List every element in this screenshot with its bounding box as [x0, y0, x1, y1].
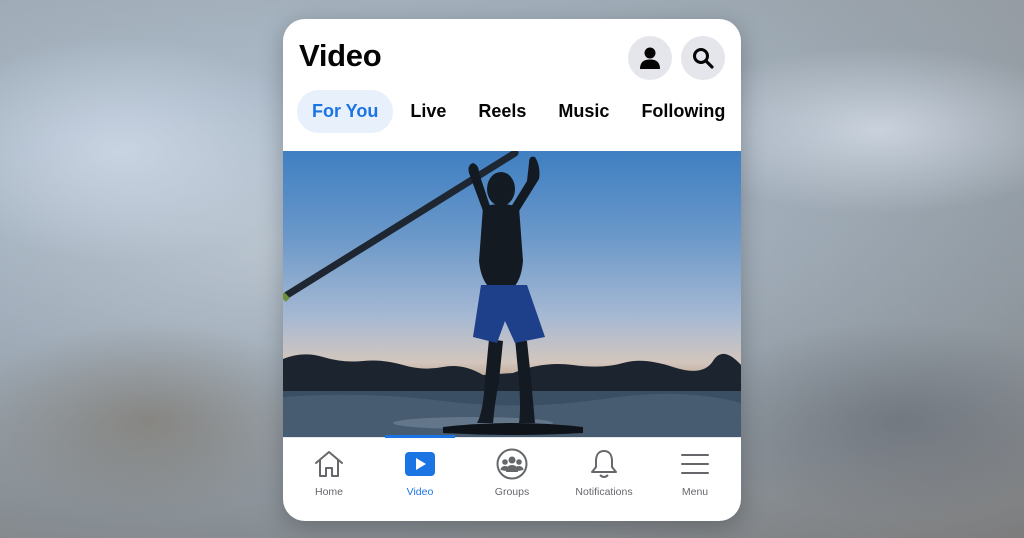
- home-icon: [315, 451, 343, 477]
- tab-following[interactable]: Following: [626, 90, 740, 133]
- nav-menu-label: Menu: [681, 486, 709, 498]
- menu-icon: [681, 454, 709, 474]
- tab-reels[interactable]: Reels: [463, 90, 541, 133]
- video-icon: [405, 452, 435, 476]
- nav-groups-label: Groups: [494, 486, 530, 498]
- nav-video[interactable]: Video: [374, 438, 466, 521]
- nav-groups[interactable]: Groups: [466, 438, 558, 521]
- nav-home[interactable]: Home: [283, 438, 375, 521]
- video-frame-image: [283, 151, 741, 437]
- bell-icon: [591, 450, 617, 478]
- video-app-window: Video For You Live Reels Music Following: [283, 19, 741, 521]
- profile-icon: [640, 47, 660, 69]
- tab-live[interactable]: Live: [395, 90, 461, 133]
- video-tabs: For You Live Reels Music Following: [297, 90, 741, 133]
- page-title: Video: [299, 38, 382, 73]
- groups-icon: [496, 448, 528, 480]
- header: Video: [283, 19, 741, 99]
- nav-notifications[interactable]: Notifications: [558, 438, 650, 521]
- search-button[interactable]: [681, 36, 725, 80]
- search-icon: [693, 48, 714, 69]
- video-player[interactable]: [283, 151, 741, 437]
- nav-home-label: Home: [314, 486, 343, 498]
- bottom-navigation: Home Video Groups Notifications Menu: [283, 438, 741, 521]
- tab-for-you[interactable]: For You: [297, 90, 394, 133]
- nav-video-label: Video: [406, 486, 434, 498]
- nav-notifications-label: Notifications: [575, 486, 633, 498]
- tab-music[interactable]: Music: [543, 90, 624, 133]
- nav-menu[interactable]: Menu: [649, 438, 741, 521]
- profile-button[interactable]: [628, 36, 672, 80]
